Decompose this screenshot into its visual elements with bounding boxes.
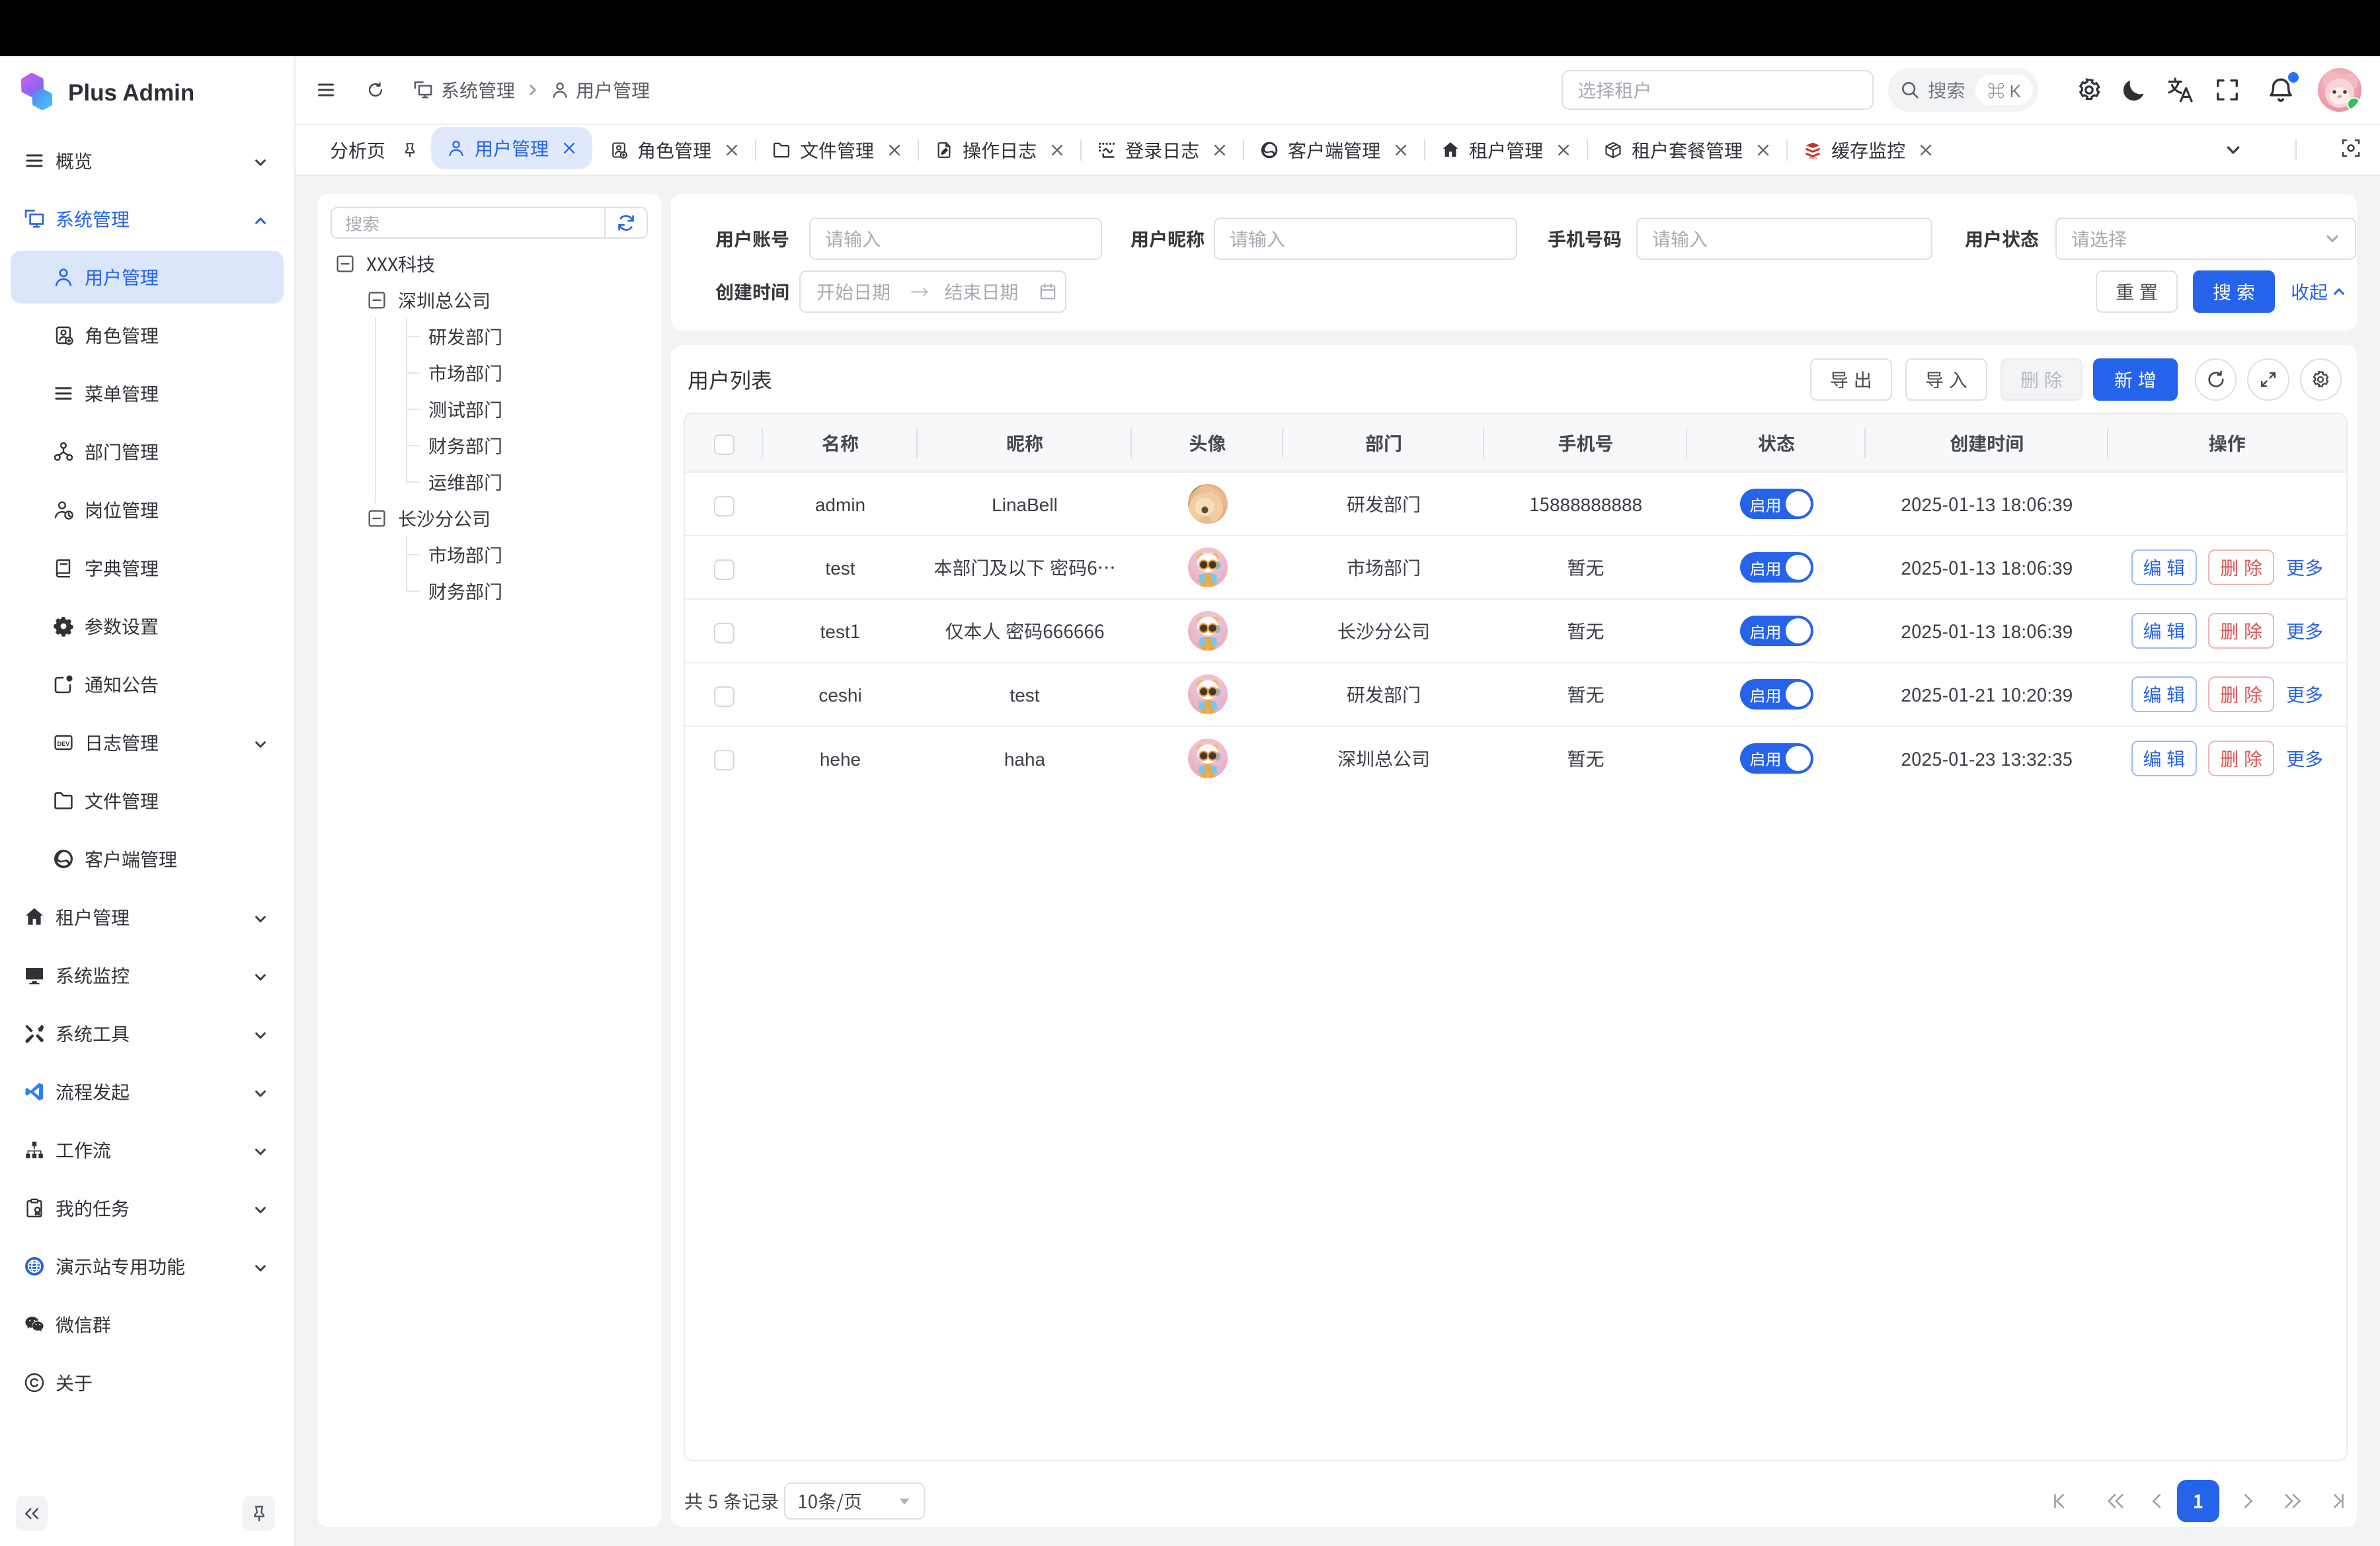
svg-text:redis: redis	[1809, 156, 1817, 159]
svg-text:DEV: DEV	[58, 741, 71, 747]
